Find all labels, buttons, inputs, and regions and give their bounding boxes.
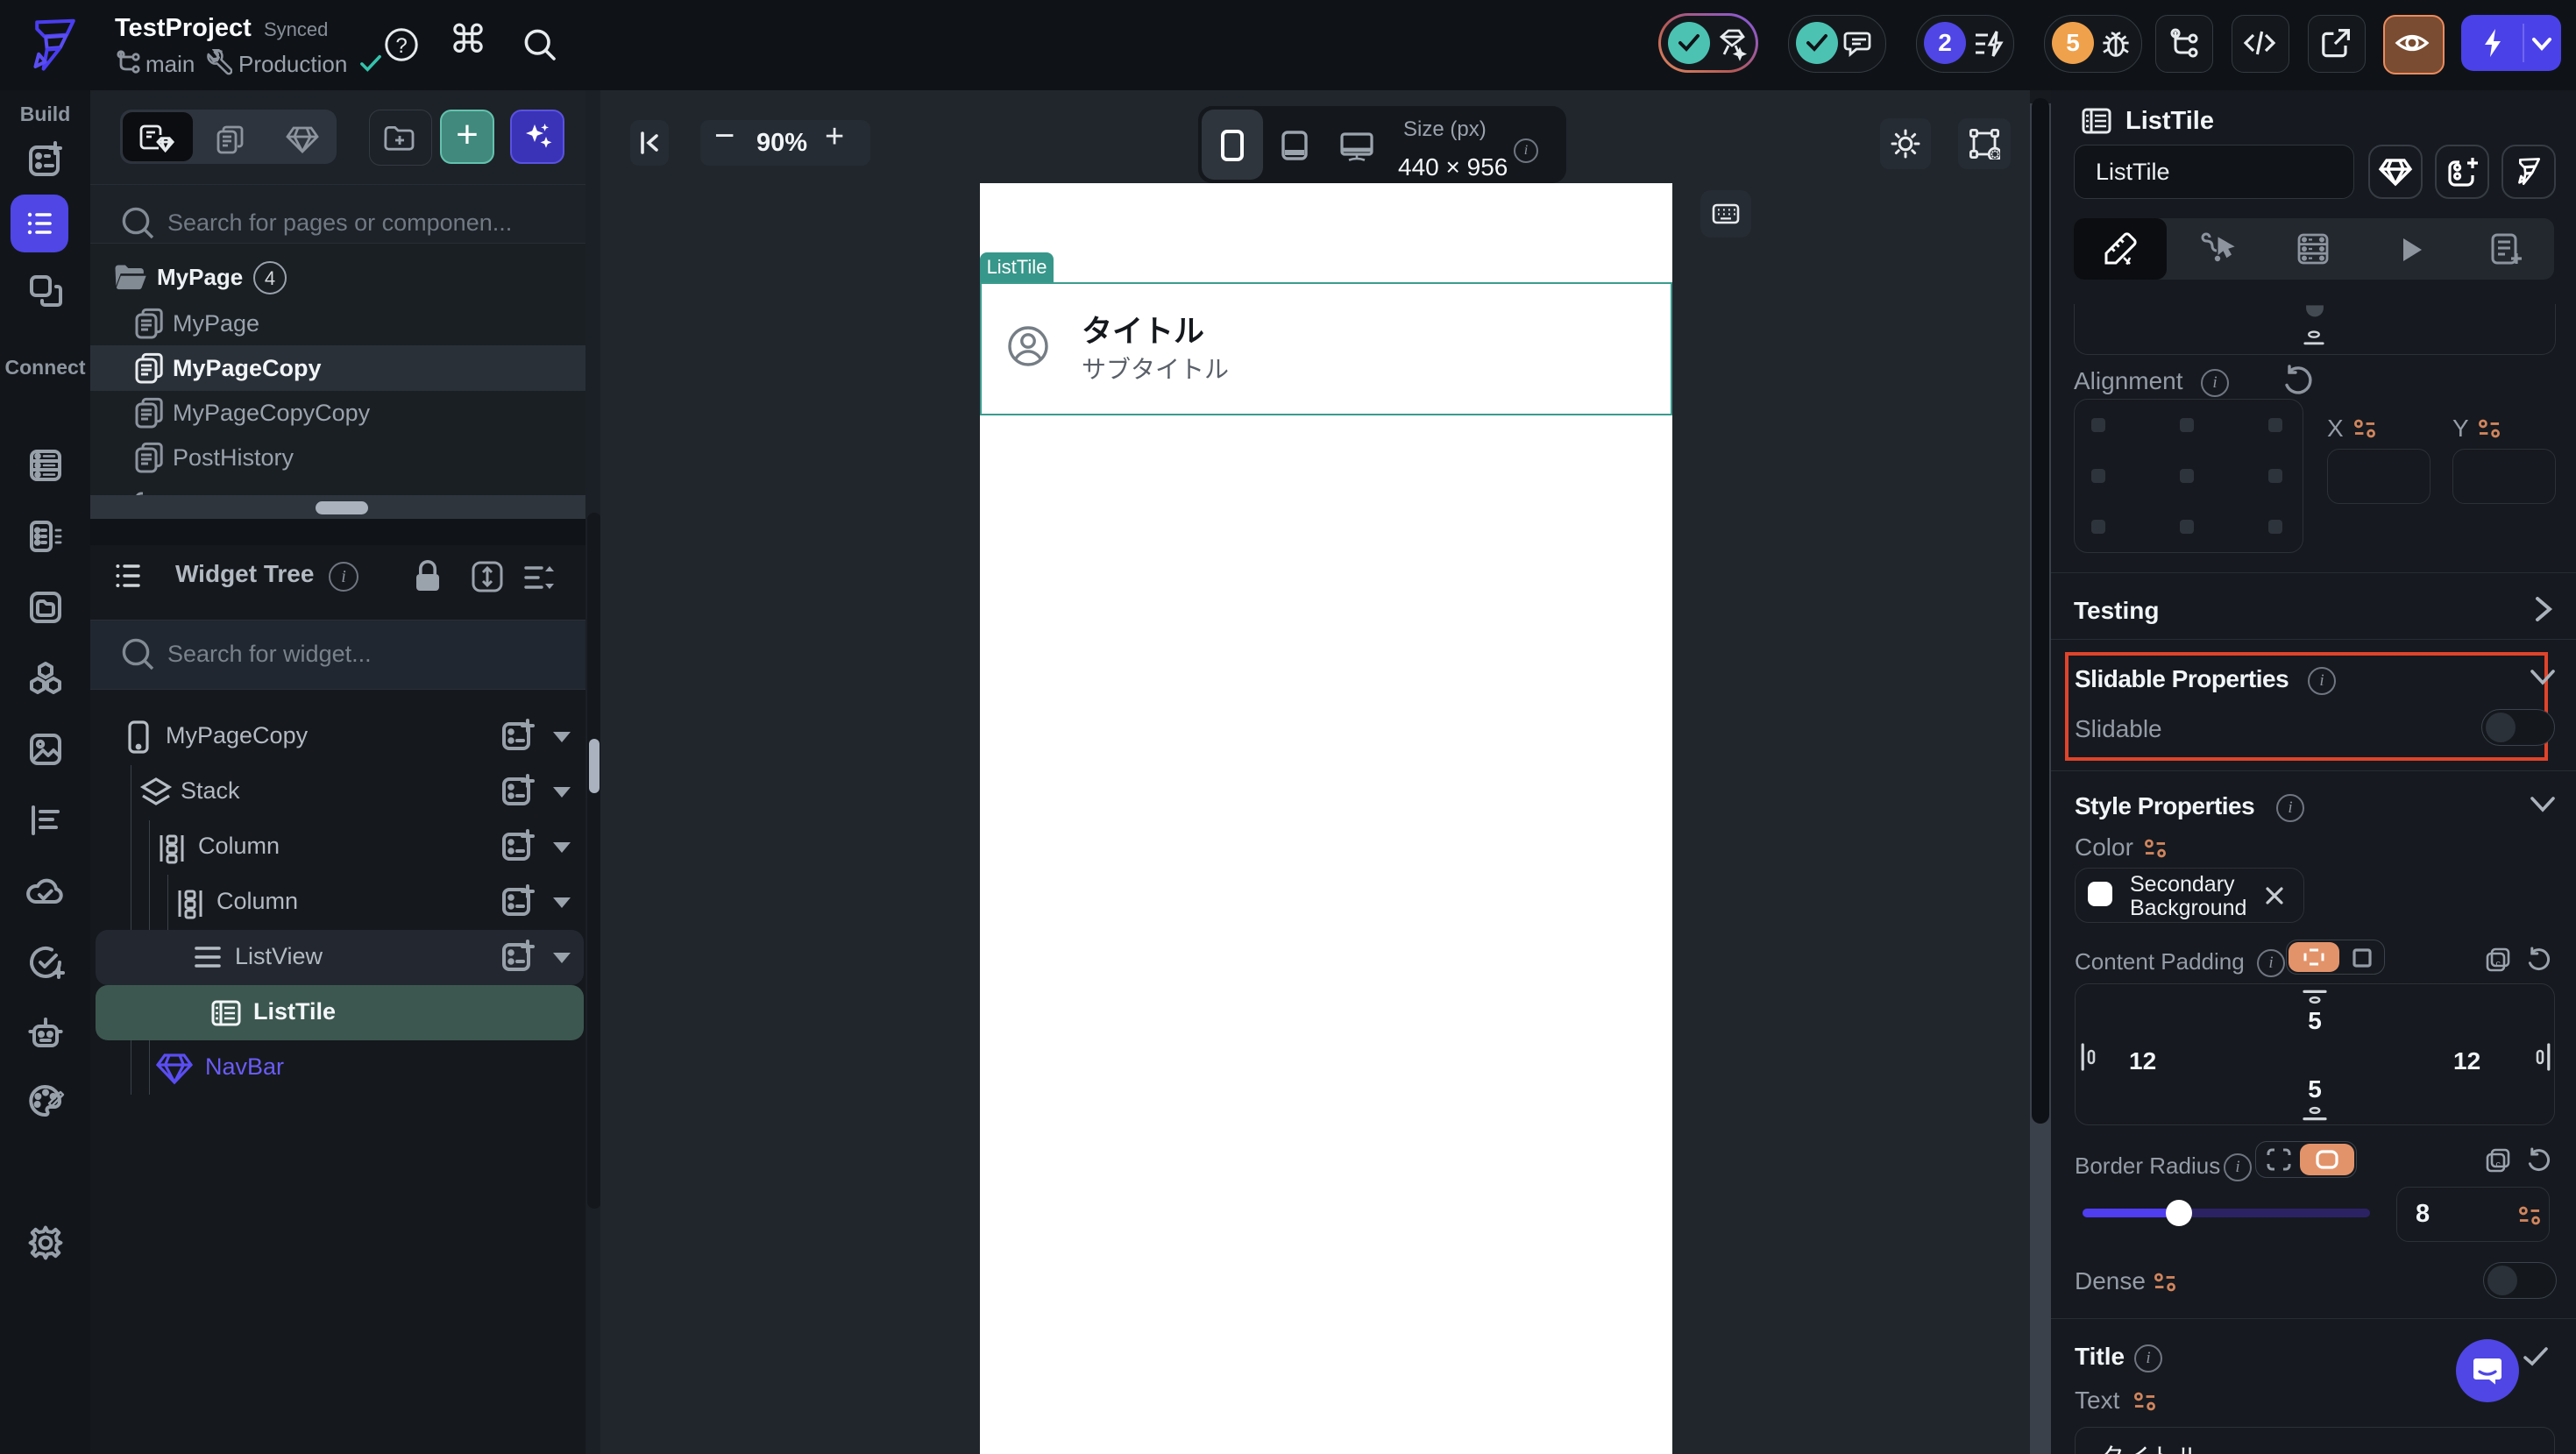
svg-text:c: c (2495, 959, 2501, 969)
svg-text:c: c (2495, 1160, 2501, 1170)
svg-text:?: ? (395, 34, 407, 58)
